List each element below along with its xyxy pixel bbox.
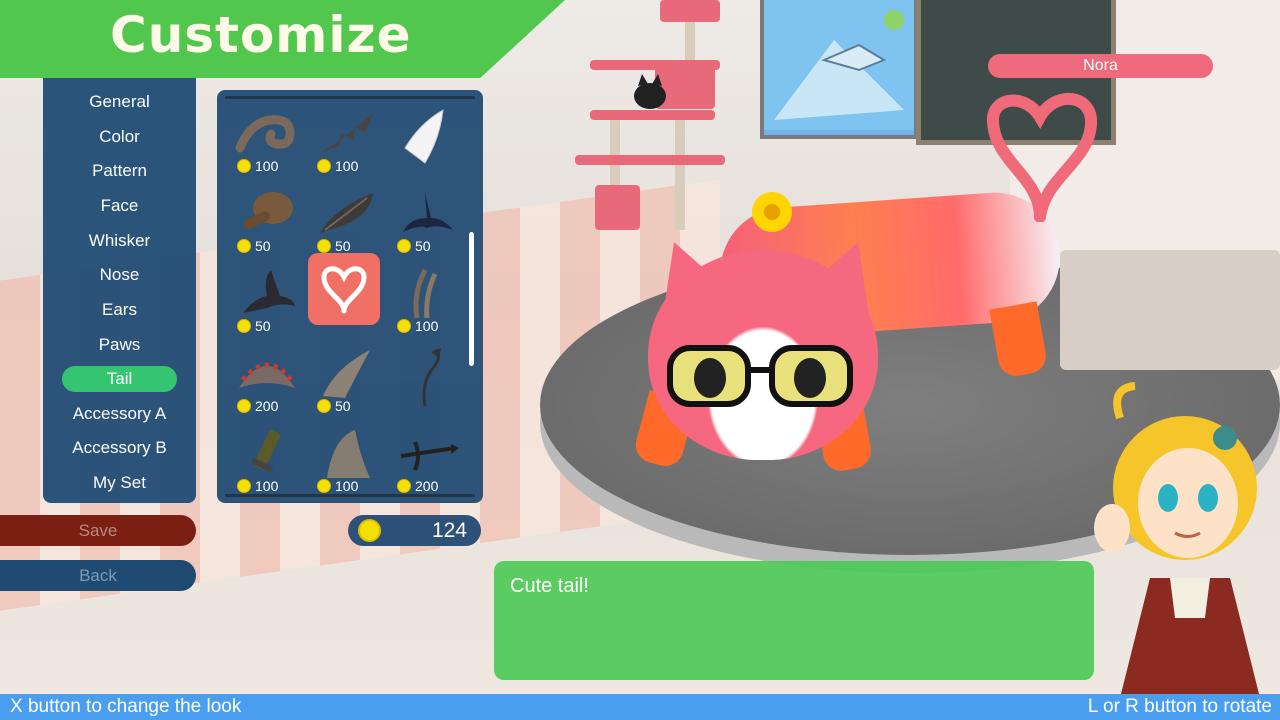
devil-tail-icon (422, 348, 441, 407)
item-price: 100 (335, 158, 359, 174)
coin-icon (237, 479, 251, 493)
dialogue-text: Cute tail! (510, 575, 589, 597)
sword-tail-icon (250, 430, 280, 473)
panel-top-divider (225, 96, 475, 99)
cat-tower (570, 0, 730, 230)
item-cell[interactable]: 50 (225, 180, 305, 258)
item-cell-selected[interactable] (308, 253, 380, 325)
feather-fan-tail-icon (239, 362, 295, 388)
item-price: 200 (255, 398, 279, 414)
double-strand-tail-icon (413, 268, 438, 318)
drumstick-tail-icon (243, 192, 293, 229)
item-cell[interactable]: 100 (225, 420, 305, 498)
shop-assistant-character (1094, 382, 1260, 698)
black-cat-figure (634, 74, 666, 109)
heart-tail-icon (321, 266, 367, 314)
item-cell[interactable]: 50 (305, 340, 385, 418)
menu-item-accessory-b[interactable]: Accessory B (62, 435, 177, 461)
curl-tail-icon (235, 115, 295, 153)
item-price: 200 (415, 478, 439, 494)
item-price: 50 (255, 238, 271, 254)
item-price: 100 (415, 318, 439, 334)
fish-tail-icon (243, 270, 295, 313)
coin-icon (317, 399, 331, 413)
item-cell[interactable]: 100 (385, 260, 465, 338)
leaf-tail-icon (320, 193, 373, 233)
coin-icon (358, 519, 381, 542)
item-price: 50 (255, 318, 271, 334)
page-title: Customize (110, 6, 412, 64)
control-hint-bar: X button to change the look L or R butto… (0, 694, 1280, 720)
menu-item-pattern[interactable]: Pattern (62, 158, 177, 184)
items-scrollbar[interactable] (469, 232, 474, 366)
flower-accessory (752, 192, 792, 232)
coin-icon (237, 319, 251, 333)
item-cell[interactable]: 200 (385, 420, 465, 498)
sink (1060, 250, 1280, 370)
coin-icon (397, 479, 411, 493)
coin-icon (237, 399, 251, 413)
hint-rotate: L or R button to rotate (1087, 696, 1272, 717)
coin-balance: 124 (348, 515, 481, 546)
save-button[interactable]: Save (0, 515, 196, 546)
coin-icon (317, 479, 331, 493)
spiky-tail-icon (320, 113, 373, 153)
dialogue-box[interactable]: Cute tail! (494, 561, 1094, 680)
coin-icon (317, 239, 331, 253)
item-price: 100 (335, 478, 359, 494)
hint-change-look: X button to change the look (10, 696, 242, 717)
item-price: 100 (255, 478, 279, 494)
coin-icon (317, 159, 331, 173)
item-price: 50 (335, 398, 351, 414)
menu-item-general[interactable]: General (62, 89, 177, 115)
item-price: 100 (255, 158, 279, 174)
crossbow-tail-icon (400, 441, 459, 471)
wall-painting (760, 0, 918, 139)
item-cell[interactable]: 50 (305, 180, 385, 258)
menu-item-my-set[interactable]: My Set (62, 470, 177, 496)
horn-tail-icon (323, 350, 370, 398)
menu-item-face[interactable]: Face (62, 193, 177, 219)
item-cell[interactable]: 100 (305, 100, 385, 178)
item-cell[interactable]: 50 (385, 180, 465, 258)
item-cell[interactable] (385, 340, 465, 418)
menu-item-whisker[interactable]: Whisker (62, 228, 177, 254)
whale-tail-icon (403, 193, 453, 232)
back-button[interactable]: Back (0, 560, 196, 591)
item-cell[interactable]: 100 (225, 100, 305, 178)
coin-icon (237, 159, 251, 173)
coin-icon (397, 319, 411, 333)
menu-item-ears[interactable]: Ears (62, 297, 177, 323)
cat-glasses (667, 345, 853, 407)
menu-item-tail[interactable]: Tail (62, 366, 177, 392)
item-cell[interactable]: 100 (305, 420, 385, 498)
category-menu: General Color Pattern Face Whisker Nose … (43, 78, 196, 503)
item-cell[interactable]: 50 (225, 260, 305, 338)
coin-icon (237, 239, 251, 253)
menu-item-accessory-a[interactable]: Accessory A (62, 401, 177, 427)
shark-fin-tail-icon (327, 430, 370, 478)
coin-icon (397, 239, 411, 253)
item-cell[interactable] (385, 100, 465, 178)
menu-item-color[interactable]: Color (62, 124, 177, 150)
pet-name-tag: Nora (988, 54, 1213, 78)
white-fin-tail-icon (404, 109, 444, 164)
menu-item-nose[interactable]: Nose (62, 262, 177, 288)
heart-tail (987, 93, 1097, 222)
item-price: 50 (415, 238, 431, 254)
item-cell[interactable]: 200 (225, 340, 305, 418)
menu-item-paws[interactable]: Paws (62, 332, 177, 358)
coin-count: 124 (431, 519, 467, 542)
painting-art (764, 0, 914, 130)
item-price: 50 (335, 238, 351, 254)
